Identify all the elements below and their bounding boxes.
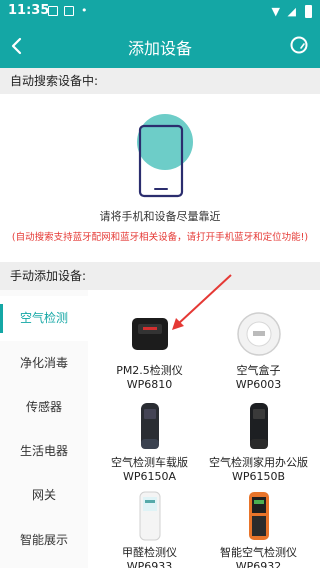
device-model: WP6003 [235,378,282,391]
device-name: PM2.5检测仪 [116,364,183,377]
manual-add-header: 手动添加设备: [0,262,320,290]
battery-icon [305,5,312,18]
category-air-detection[interactable]: 空气检测 [0,296,88,341]
phone-proximity-illustration [137,114,193,198]
search-icon[interactable] [288,34,312,58]
pm25-monitor-icon [131,318,168,350]
device-model: WP6150B [231,470,286,483]
auto-search-panel: 请将手机和设备尽量靠近 (自动搜索支持蓝牙配网和蓝牙相关设备，请打开手机蓝牙和定… [0,94,320,262]
category-sidebar: 空气检测 净化消毒 传感器 生活电器 网关 智能展示 [0,290,88,568]
device-model: WP6933 [126,560,173,568]
category-smart-display[interactable]: 智能展示 [0,518,88,563]
device-card-home-office-air[interactable]: 空气检测家用办公版 WP6150B [204,396,313,486]
status-time: 11:35 [8,3,50,18]
device-card-car-air[interactable]: 空气检测车载版 WP6150A [95,396,204,486]
bluetooth-note: (自动搜索支持蓝牙配网和蓝牙相关设备，请打开手机蓝牙和定位功能!) [11,232,309,243]
device-card-formaldehyde[interactable]: 甲醛检测仪 WP6933 [95,486,204,568]
device-model: WP6150A [122,470,177,483]
car-air-detector-icon [140,403,159,449]
device-model: WP6932 [235,560,282,568]
category-purification[interactable]: 净化消毒 [0,341,88,386]
device-card-air-box[interactable]: 空气盒子 WP6003 [204,304,313,394]
wifi-icon: ▼ [271,5,280,18]
notification-dot-icon: • [81,4,88,17]
device-name: 空气盒子 [236,364,281,377]
device-name: 空气检测车载版 [111,456,188,469]
home-office-air-detector-icon [249,403,268,449]
smart-air-meter-icon [248,492,269,540]
photo-notification-icon [64,6,74,16]
device-grid: PM2.5检测仪 WP6810 空气盒子 WP6003 空气检测车载版 WP61… [95,300,313,568]
device-name: 智能空气检测仪 [220,546,297,559]
status-bar: 11:35 • ▼ ◢ [0,0,320,24]
category-gateway[interactable]: 网关 [0,473,88,518]
image-notification-icon [48,6,58,16]
device-model: WP6810 [126,378,173,391]
category-sensors[interactable]: 传感器 [0,385,88,430]
device-name: 空气检测家用办公版 [209,456,308,469]
signal-icon: ◢ [287,5,296,18]
device-card-pm25[interactable]: PM2.5检测仪 WP6810 [95,304,204,394]
formaldehyde-meter-icon [139,491,160,541]
app-bar: 添加设备 [0,24,320,68]
page-title: 添加设备 [127,39,192,58]
auto-search-header: 自动搜索设备中: [0,68,320,94]
device-name: 甲醛检测仪 [122,546,177,559]
air-box-icon [236,312,281,356]
device-card-smart-air[interactable]: 智能空气检测仪 WP6932 [204,486,313,568]
category-appliances[interactable]: 生活电器 [0,429,88,474]
proximity-hint: 请将手机和设备尽量靠近 [99,210,221,223]
